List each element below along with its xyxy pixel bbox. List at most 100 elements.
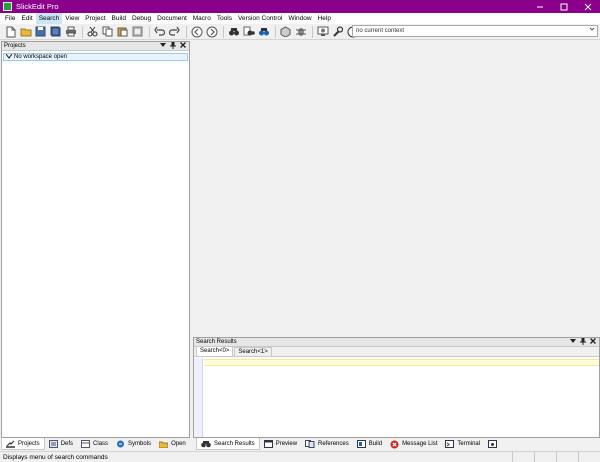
maximize-icon[interactable]	[552, 0, 576, 13]
preview-icon	[263, 440, 273, 448]
menu-help[interactable]: Help	[315, 13, 334, 24]
slickedit-logo-icon	[3, 2, 12, 11]
tab-terminal[interactable]: Terminal	[441, 438, 484, 450]
tab-search-1[interactable]: Search<1>	[234, 347, 272, 356]
search-tabs: Search<0> Search<1>	[194, 346, 599, 357]
find-in-files-icon[interactable]	[242, 25, 255, 38]
pin-icon[interactable]	[170, 42, 176, 51]
redo-icon[interactable]	[168, 25, 181, 38]
panel-controls	[160, 42, 186, 51]
menu-tools[interactable]: Tools	[214, 13, 235, 24]
tab-label: References	[318, 441, 349, 447]
copy-icon[interactable]	[101, 25, 114, 38]
options-icon[interactable]	[316, 25, 329, 38]
menu-view[interactable]: View	[62, 13, 82, 24]
tree-item-label: No workspace open	[14, 54, 68, 60]
toolbar-separator	[275, 25, 276, 38]
find-symbol-icon[interactable]	[257, 25, 270, 38]
pin-icon[interactable]	[580, 338, 586, 347]
wrench-icon[interactable]	[331, 25, 344, 38]
projects-panel-title: Projects	[4, 43, 26, 49]
status-bar: Displays menu of search commands	[0, 451, 600, 462]
editor-area[interactable]	[192, 41, 600, 336]
tab-label: Open	[171, 441, 186, 447]
toolbar-separator	[149, 25, 150, 38]
tab-search-results[interactable]: Search Results	[196, 438, 260, 450]
binoculars-icon	[201, 440, 211, 448]
menu-edit[interactable]: Edit	[18, 13, 35, 24]
package-icon[interactable]	[279, 25, 292, 38]
chevron-down-icon[interactable]	[589, 26, 595, 36]
terminal-icon	[445, 440, 455, 448]
tab-projects[interactable]: Projects	[1, 438, 45, 450]
projects-icon	[6, 440, 15, 448]
menu-macro[interactable]: Macro	[190, 13, 214, 24]
tab-search-0[interactable]: Search<0>	[196, 346, 234, 356]
paste-icon[interactable]	[116, 25, 129, 38]
tab-message-list[interactable]: Message List	[386, 438, 441, 450]
tree-item-workspace[interactable]: No workspace open	[3, 53, 188, 61]
toolbar-separator	[223, 25, 224, 38]
tab-label: Projects	[18, 440, 40, 447]
error-icon	[390, 440, 399, 449]
menu-file[interactable]: File	[2, 13, 18, 24]
menu-debug[interactable]: Debug	[129, 13, 154, 24]
menu-project[interactable]: Project	[82, 13, 108, 24]
current-context-dropdown[interactable]: no current context	[352, 25, 598, 37]
tab-label: Defs	[60, 441, 74, 447]
title-bar: SlickEdit Pro	[0, 0, 600, 13]
search-results-content[interactable]	[194, 358, 599, 437]
new-file-icon[interactable]	[4, 25, 17, 38]
menu-document[interactable]: Document	[154, 13, 190, 24]
undo-icon[interactable]	[153, 25, 166, 38]
tab-preview[interactable]: Preview	[260, 438, 301, 450]
tab-class[interactable]: Class	[77, 438, 112, 450]
search-results-header: Search Results	[194, 338, 599, 347]
panel-close-icon[interactable]	[180, 42, 186, 51]
tab-open[interactable]: Open	[155, 438, 190, 450]
cut-icon[interactable]	[86, 25, 99, 38]
window-controls	[528, 0, 600, 13]
tab-label: Build	[368, 441, 383, 447]
find-icon[interactable]	[227, 25, 240, 38]
tab-label: Class	[93, 441, 109, 447]
menu-version-control[interactable]: Version Control	[235, 13, 285, 24]
window-icon	[488, 440, 498, 448]
panel-close-icon[interactable]	[590, 338, 596, 347]
debug-bug-icon[interactable]	[294, 25, 307, 38]
back-icon[interactable]	[190, 25, 203, 38]
minimize-icon[interactable]	[528, 0, 552, 13]
save-icon[interactable]	[34, 25, 47, 38]
menu-bar: File Edit Search View Project Build Debu…	[0, 13, 600, 24]
current-line-highlight	[204, 359, 599, 366]
forward-icon[interactable]	[205, 25, 218, 38]
tab-references[interactable]: References	[301, 438, 353, 450]
open-icon	[159, 440, 169, 448]
panel-menu-icon[interactable]	[570, 338, 576, 347]
symbols-icon	[116, 440, 125, 448]
search-results-panel: Search Results Search<0> Search<1>	[193, 337, 600, 438]
projects-panel-header: Projects	[2, 42, 189, 51]
close-icon[interactable]	[576, 0, 600, 13]
print-icon[interactable]	[64, 25, 77, 38]
current-context-value: no current context	[356, 28, 405, 34]
tab-defs[interactable]: Defs	[45, 438, 77, 450]
menu-build[interactable]: Build	[109, 13, 129, 24]
references-icon	[305, 440, 315, 448]
expand-icon[interactable]	[5, 53, 14, 61]
select-block-icon[interactable]	[131, 25, 144, 38]
panel-menu-icon[interactable]	[160, 42, 166, 51]
menu-window[interactable]: Window	[285, 13, 314, 24]
tab-build[interactable]: Build	[353, 438, 386, 450]
toolbar-separator	[82, 25, 83, 38]
status-segment	[512, 452, 534, 462]
class-icon	[81, 440, 91, 448]
save-all-icon[interactable]	[49, 25, 62, 38]
menu-search[interactable]: Search	[35, 13, 63, 24]
tab-symbols[interactable]: Symbols	[112, 438, 155, 450]
line-gutter	[194, 358, 203, 437]
tab-more[interactable]	[484, 438, 504, 450]
build-icon	[356, 440, 366, 448]
toolbar-separator	[186, 25, 187, 38]
open-folder-icon[interactable]	[19, 25, 32, 38]
